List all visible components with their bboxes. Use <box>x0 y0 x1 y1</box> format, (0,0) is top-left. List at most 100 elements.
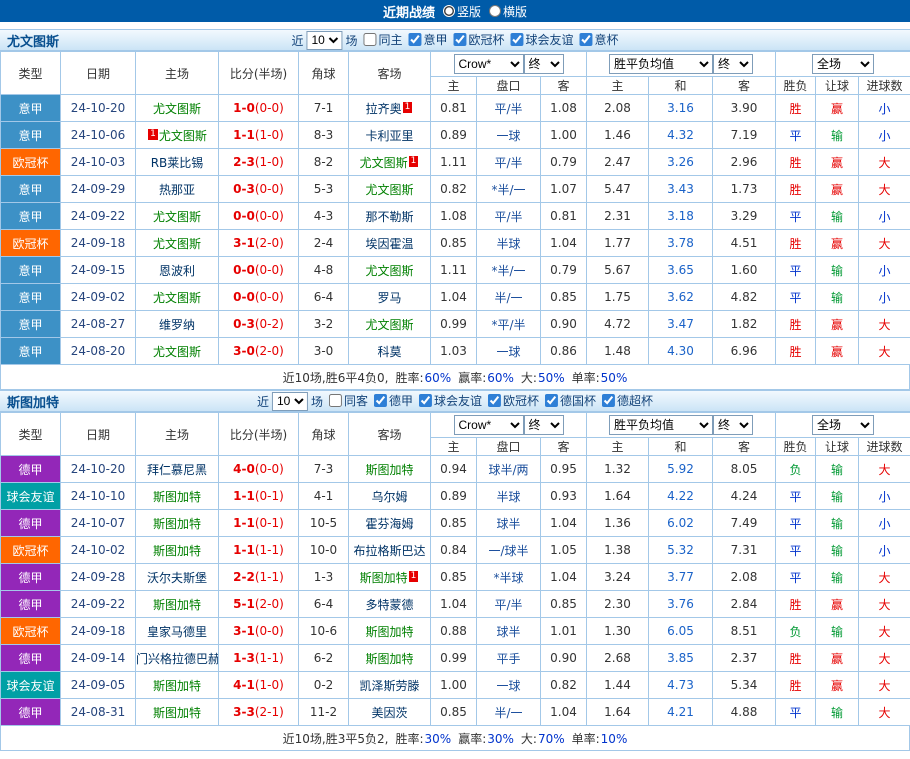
match-date: 24-08-31 <box>61 699 136 726</box>
fulltime-score: 0-3 <box>233 317 255 331</box>
team-link[interactable]: 尤文图斯 <box>360 156 408 170</box>
scope-select[interactable]: 全场 <box>812 54 874 74</box>
match-row: 欧冠杯24-10-02斯图加特1-1(1-1)10-0布拉格斯巴达0.84一/球… <box>1 537 910 564</box>
team-link[interactable]: 尤文图斯 <box>159 129 207 143</box>
team-link[interactable]: 斯图加特 <box>365 625 413 639</box>
wdl-final-select[interactable]: 终 <box>713 415 753 435</box>
team-link[interactable]: 罗马 <box>377 291 401 305</box>
team-link[interactable]: 斯图加特 <box>153 679 201 693</box>
filter-意甲[interactable]: 意甲 <box>408 31 447 48</box>
odds-final-select[interactable]: 终 <box>524 54 564 74</box>
team-link[interactable]: 尤文图斯 <box>153 102 201 116</box>
win-odds: 1.38 <box>587 537 649 564</box>
odds-company-select[interactable]: Crow* <box>454 54 524 74</box>
vertical-radio[interactable] <box>443 5 455 17</box>
wdl-select[interactable]: 胜平负均值 <box>609 54 713 74</box>
scope-select[interactable]: 全场 <box>812 415 874 435</box>
odds-company-select[interactable]: Crow* <box>454 415 524 435</box>
filter-checkbox[interactable] <box>511 33 524 46</box>
wdl-final-select[interactable]: 终 <box>713 54 753 74</box>
match-count-select[interactable]: 10 <box>272 392 308 411</box>
filter-checkbox[interactable] <box>454 33 467 46</box>
filter-checkbox[interactable] <box>363 33 376 46</box>
filter-球会友谊[interactable]: 球会友谊 <box>419 392 482 409</box>
filter-checkbox[interactable] <box>374 394 387 407</box>
filter-checkbox[interactable] <box>408 33 421 46</box>
filter-checkbox[interactable] <box>329 394 342 407</box>
team-link[interactable]: 斯图加特 <box>365 652 413 666</box>
win-odds: 1.44 <box>587 672 649 699</box>
win-odds: 5.67 <box>587 257 649 284</box>
filter-bar: 近 10 场 同主意甲欧冠杯球会友谊意杯 <box>291 31 618 50</box>
team-link[interactable]: 门兴格拉德巴赫 <box>136 652 219 666</box>
match-date: 24-10-07 <box>61 510 136 537</box>
horizontal-radio[interactable] <box>489 5 501 17</box>
layout-vertical-option[interactable]: 竖版 <box>443 3 481 20</box>
filter-德甲[interactable]: 德甲 <box>374 392 413 409</box>
wdl-select[interactable]: 胜平负均值 <box>609 415 713 435</box>
filter-checkbox[interactable] <box>602 394 615 407</box>
draw-odds: 3.62 <box>649 284 713 311</box>
team-link[interactable]: 斯图加特 <box>153 517 201 531</box>
team-link[interactable]: 斯图加特 <box>365 463 413 477</box>
team-link[interactable]: 斯图加特 <box>153 490 201 504</box>
league-badge: 德甲 <box>1 456 61 483</box>
filter-checkbox[interactable] <box>419 394 432 407</box>
team-link[interactable]: 卡利亚里 <box>365 129 413 143</box>
team-link[interactable]: 斯图加特 <box>153 598 201 612</box>
match-count-select[interactable]: 10 <box>306 31 342 50</box>
team-link[interactable]: 凯泽斯劳滕 <box>359 679 419 693</box>
draw-odds: 4.32 <box>649 122 713 149</box>
team-link[interactable]: 美因茨 <box>371 706 407 720</box>
filter-同主[interactable]: 同主 <box>363 31 402 48</box>
sub-away: 客 <box>541 438 587 456</box>
team-link[interactable]: 那不勒斯 <box>365 210 413 224</box>
filter-checkbox[interactable] <box>545 394 558 407</box>
team-link[interactable]: 尤文图斯 <box>153 210 201 224</box>
team-link[interactable]: 霍芬海姆 <box>365 517 413 531</box>
team-link[interactable]: 皇家马德里 <box>147 625 207 639</box>
team-link[interactable]: 多特蒙德 <box>365 598 413 612</box>
match-row: 德甲24-09-22斯图加特5-1(2-0)6-4多特蒙德1.04平/半0.85… <box>1 591 910 618</box>
team-link[interactable]: 尤文图斯 <box>365 318 413 332</box>
team-link[interactable]: 恩波利 <box>159 264 195 278</box>
team-link[interactable]: 拉齐奥 <box>366 102 402 116</box>
col-date: 日期 <box>61 52 136 95</box>
team-link[interactable]: 尤文图斯 <box>153 291 201 305</box>
filter-checkbox[interactable] <box>488 394 501 407</box>
team-link[interactable]: 乌尔姆 <box>371 490 407 504</box>
team-link[interactable]: 埃因霍温 <box>365 237 413 251</box>
away-team-cell: 拉齐奥1 <box>349 95 431 122</box>
layout-horizontal-option[interactable]: 横版 <box>489 3 527 20</box>
filter-欧冠杯[interactable]: 欧冠杯 <box>454 31 505 48</box>
team-link[interactable]: 布拉格斯巴达 <box>353 544 425 558</box>
filter-同客[interactable]: 同客 <box>329 392 368 409</box>
filter-意杯[interactable]: 意杯 <box>580 31 619 48</box>
team-link[interactable]: 斯图加特 <box>153 706 201 720</box>
team-link[interactable]: 斯图加特 <box>153 544 201 558</box>
corner-cell: 8-2 <box>299 149 349 176</box>
team-link[interactable]: 尤文图斯 <box>153 237 201 251</box>
filter-checkbox[interactable] <box>580 33 593 46</box>
team-link[interactable]: 斯图加特 <box>360 571 408 585</box>
filter-德超杯[interactable]: 德超杯 <box>602 392 653 409</box>
team-link[interactable]: 沃尔夫斯堡 <box>147 571 207 585</box>
team-link[interactable]: 尤文图斯 <box>365 183 413 197</box>
result-cell: 胜 <box>776 591 816 618</box>
filter-德国杯[interactable]: 德国杯 <box>545 392 596 409</box>
away-handicap-odds: 0.79 <box>541 257 587 284</box>
lose-odds: 2.37 <box>713 645 776 672</box>
team-link[interactable]: 维罗纳 <box>159 318 195 332</box>
header-row-1: 类型 日期 主场 比分(半场) 角球 客场 Crow*终 胜平负均值终 全场 <box>1 52 910 77</box>
team-link[interactable]: RB莱比锡 <box>151 156 204 170</box>
team-link[interactable]: 尤文图斯 <box>365 264 413 278</box>
win-odds: 1.30 <box>587 618 649 645</box>
lose-odds: 2.84 <box>713 591 776 618</box>
odds-final-select[interactable]: 终 <box>524 415 564 435</box>
filter-欧冠杯[interactable]: 欧冠杯 <box>488 392 539 409</box>
team-link[interactable]: 科莫 <box>377 345 401 359</box>
team-link[interactable]: 拜仁慕尼黑 <box>147 463 207 477</box>
team-link[interactable]: 热那亚 <box>159 183 195 197</box>
filter-球会友谊[interactable]: 球会友谊 <box>511 31 574 48</box>
team-link[interactable]: 尤文图斯 <box>153 345 201 359</box>
